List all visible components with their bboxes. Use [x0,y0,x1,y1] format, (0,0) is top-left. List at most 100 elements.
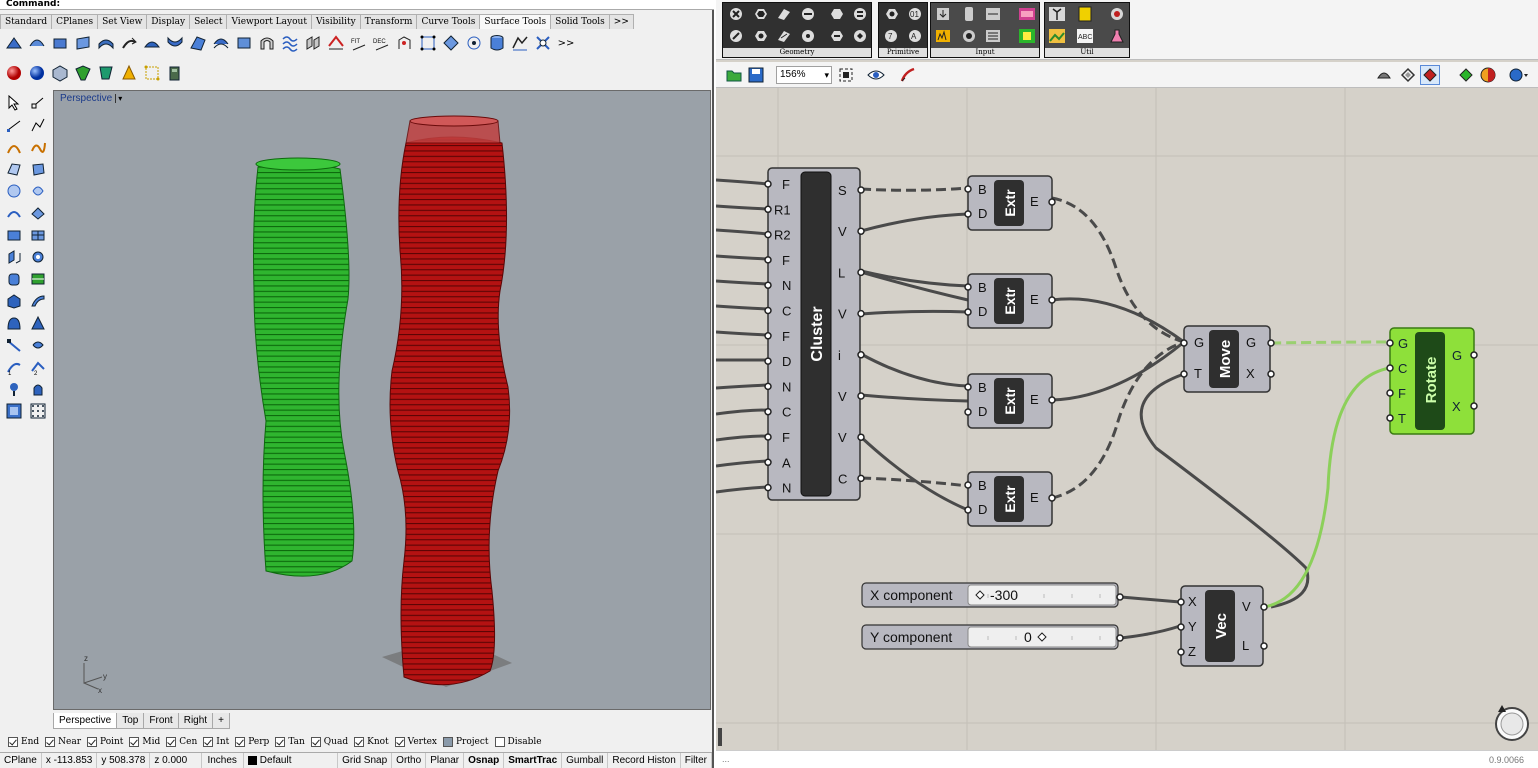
offset-surface-icon[interactable] [96,33,116,53]
save-file-icon[interactable] [746,65,766,85]
extrude-port-b-2[interactable] [964,283,972,291]
osnap-disable-checkbox[interactable] [494,736,505,747]
geometry-param-icon-1[interactable] [726,5,746,23]
freeform-curve-icon[interactable] [28,137,48,157]
extrude-port-d-4[interactable] [964,506,972,514]
preview-eye-icon[interactable] [866,65,886,85]
extrude-port-b-3[interactable] [964,383,972,391]
extend-surface-icon[interactable] [119,33,139,53]
rotate-input-c[interactable]: C [1398,361,1407,376]
geometry-param-icon-2[interactable] [750,5,770,23]
cluster-input-10[interactable]: F [782,430,790,445]
geometry-param-icon-10[interactable] [798,27,818,45]
cluster-output-1[interactable]: V [838,224,847,239]
osnap-tan[interactable]: Tan [275,736,305,747]
tab-curve-tools[interactable]: Curve Tools [416,14,481,29]
rotate-input-t[interactable]: T [1398,411,1406,426]
extrude-input-b-2[interactable]: B [978,280,987,295]
command-line[interactable]: Command: [0,0,714,10]
osnap-cen-checkbox[interactable] [166,736,177,747]
canvas-scroll-marker[interactable] [718,728,722,746]
tab-surface-tools[interactable]: Surface Tools [479,14,552,29]
cluster-input-port-10[interactable] [764,433,772,441]
move-input-t[interactable]: T [1194,366,1202,381]
extrude-input-b-3[interactable]: B [978,380,987,395]
geometry-param-icon-3[interactable] [774,5,794,23]
render-mesh-icon[interactable] [50,63,70,83]
cluster-output-port-2[interactable] [857,268,865,277]
twist-surface-icon[interactable] [533,33,553,53]
rotate-output-g[interactable]: G [1452,348,1462,363]
cylinder-tool-icon[interactable] [487,33,507,53]
extrude-port-e-4[interactable] [1048,494,1056,502]
status-osnap[interactable]: Osnap [464,752,505,768]
merge-surface-icon[interactable] [165,33,185,53]
osnap-project-checkbox[interactable] [442,736,453,747]
cluster-input-8[interactable]: N [782,379,791,394]
rotate-output-x[interactable]: X [1452,399,1461,414]
tab-viewport-layout[interactable]: Viewport Layout [226,14,312,29]
osnap-int-checkbox[interactable] [203,736,214,747]
util-text-icon[interactable]: ABC [1075,27,1095,45]
cluster-output-5[interactable]: V [838,389,847,404]
curve-icon[interactable] [4,137,24,157]
lamp-icon[interactable] [4,379,24,399]
osnap-near-checkbox[interactable] [45,736,56,747]
person-icon[interactable] [28,379,48,399]
red-sphere-icon[interactable] [4,63,24,83]
dot-grid-icon[interactable] [28,401,48,421]
osnap-point-checkbox[interactable] [87,736,98,747]
tab-select[interactable]: Select [189,14,228,29]
cluster-output-port-0[interactable] [857,186,865,194]
cluster-output-port-4[interactable] [857,351,865,359]
line-icon[interactable] [4,115,24,135]
vec-input-x[interactable]: X [1188,594,1197,609]
green-tower[interactable] [253,162,355,577]
cluster-input-12[interactable]: N [782,481,791,496]
point-icon[interactable] [28,93,48,113]
light-icon[interactable] [119,63,139,83]
extrude-port-b-4[interactable] [964,481,972,489]
cluster-input-4[interactable]: N [782,278,791,293]
cluster-input-port-0[interactable] [764,180,772,188]
cluster-output-6[interactable]: V [838,430,847,445]
osnap-knot[interactable]: Knot [354,736,389,747]
cluster-input-port-8[interactable] [764,382,772,391]
flatten-icon[interactable] [326,33,346,53]
rectangle-icon[interactable] [4,159,24,179]
geometry-param-icon-6[interactable] [850,5,870,23]
gear-tool-icon[interactable] [28,247,48,267]
tab-solid-tools[interactable]: Solid Tools [550,14,610,29]
cluster-input-port-2[interactable] [764,230,772,239]
y-slider-port[interactable] [1116,634,1124,642]
sweep-icon[interactable] [28,291,48,311]
cluster-input-0[interactable]: F [782,177,790,192]
osnap-perp[interactable]: Perp [235,736,269,747]
tab-display[interactable]: Display [146,14,191,29]
cluster-output-port-6[interactable] [857,433,865,441]
extrude-port-e-3[interactable] [1048,396,1056,404]
wave-surface-icon[interactable] [280,33,300,53]
rotate-input-f[interactable]: F [1398,386,1406,401]
osnap-end-checkbox[interactable] [8,736,18,747]
chamfer-surface-icon[interactable] [27,33,47,53]
move-output-g[interactable]: G [1246,335,1256,350]
cluster-input-5[interactable]: C [782,304,791,319]
viewport-tab-right[interactable]: Right [177,713,214,729]
vec-output-l[interactable]: L [1242,638,1249,653]
uv-curves-icon[interactable] [303,33,323,53]
primitive-param-icon-2[interactable]: 01 [905,5,925,23]
toolbar-more-button[interactable]: >> [556,33,576,53]
move-output-x[interactable]: X [1246,366,1255,381]
status-layer[interactable]: Default [244,752,339,768]
blend-surface-icon[interactable] [73,33,93,53]
circle-icon[interactable] [4,181,24,201]
util-tree-icon[interactable] [1047,5,1067,23]
cluster-input-port-4[interactable] [764,281,772,289]
osnap-vertex-checkbox[interactable] [394,736,405,747]
grid-box-icon[interactable] [28,225,48,245]
grasshopper-canvas[interactable]: Cluster F R1 R2 F N C F D N C F A N S V L Vi V V C Extr B D E E… [716,88,1538,750]
viewport-tab-perspective[interactable]: Perspective [53,713,118,729]
status-filter[interactable]: Filter [681,752,712,768]
variable-fillet-icon[interactable] [50,33,70,53]
